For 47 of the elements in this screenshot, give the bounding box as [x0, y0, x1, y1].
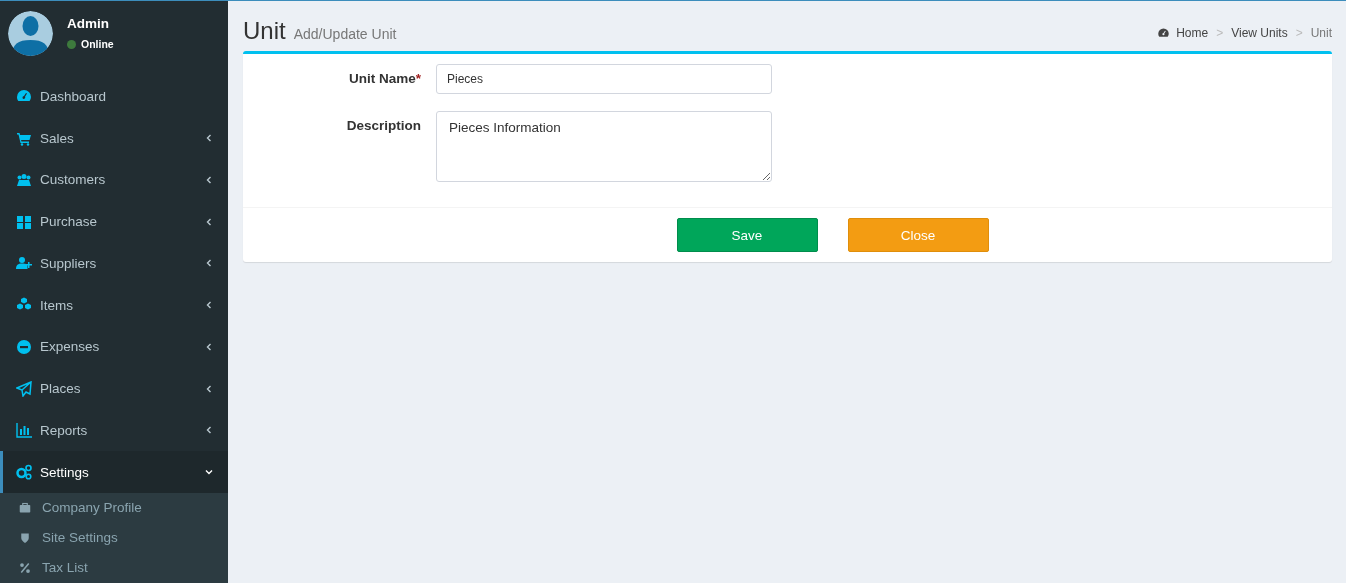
breadcrumb-link[interactable]: View Units [1231, 26, 1288, 40]
field-label: Unit Name* [347, 70, 421, 88]
input-field[interactable]: Pieces [436, 64, 772, 94]
menu-item[interactable]: Settings [0, 451, 228, 493]
breadcrumb-separator: > [1295, 26, 1303, 40]
chevron-icon [205, 134, 213, 143]
menu-item[interactable]: Sales [0, 117, 228, 159]
menu-item[interactable]: Items [0, 284, 228, 326]
chevron-icon [205, 384, 213, 393]
submenu-icon [19, 532, 31, 544]
chevron-icon [205, 468, 213, 477]
menu-icon [16, 464, 32, 481]
field-label: Description [345, 117, 421, 135]
menu-item[interactable]: Places [0, 367, 228, 410]
breadcrumb-link[interactable]: Home [1176, 26, 1209, 40]
input-field[interactable]: Pieces Information [436, 111, 772, 182]
menu-icon [16, 171, 32, 188]
page-title: Unit [243, 17, 286, 45]
chevron-icon [205, 217, 213, 226]
breadcrumb-separator: > [1216, 26, 1224, 40]
user-status: Online [81, 38, 114, 50]
submenu-item[interactable]: Company Profile [0, 493, 228, 523]
menu-item[interactable]: Suppliers [0, 242, 228, 285]
page-subtitle: Add/Update Unit [293, 26, 397, 42]
submenu-icon [19, 502, 31, 514]
menu-item[interactable]: Purchase [0, 200, 228, 243]
chevron-icon [205, 342, 213, 351]
avatar-silhouette [8, 11, 53, 56]
chevron-icon [205, 301, 213, 310]
menu-icon [16, 380, 32, 397]
menu-icon [16, 338, 32, 355]
submenu-item[interactable]: Tax List [0, 553, 228, 583]
submenu-item[interactable]: Site Settings [0, 523, 228, 553]
menu-icon [16, 130, 32, 147]
menu-item[interactable]: Dashboard [0, 75, 228, 118]
chevron-icon [205, 426, 213, 435]
menu-item[interactable]: Customers [0, 159, 228, 201]
user-name: Admin [67, 16, 110, 31]
menu-icon [16, 255, 32, 272]
chevron-icon [205, 175, 213, 184]
menu-icon [16, 422, 32, 439]
submenu-icon [19, 562, 31, 574]
chevron-icon [205, 259, 213, 268]
menu-item[interactable]: Expenses [0, 326, 228, 368]
dashboard-icon [1157, 27, 1171, 39]
menu-item[interactable]: Reports [0, 409, 228, 452]
menu-icon [16, 213, 32, 230]
